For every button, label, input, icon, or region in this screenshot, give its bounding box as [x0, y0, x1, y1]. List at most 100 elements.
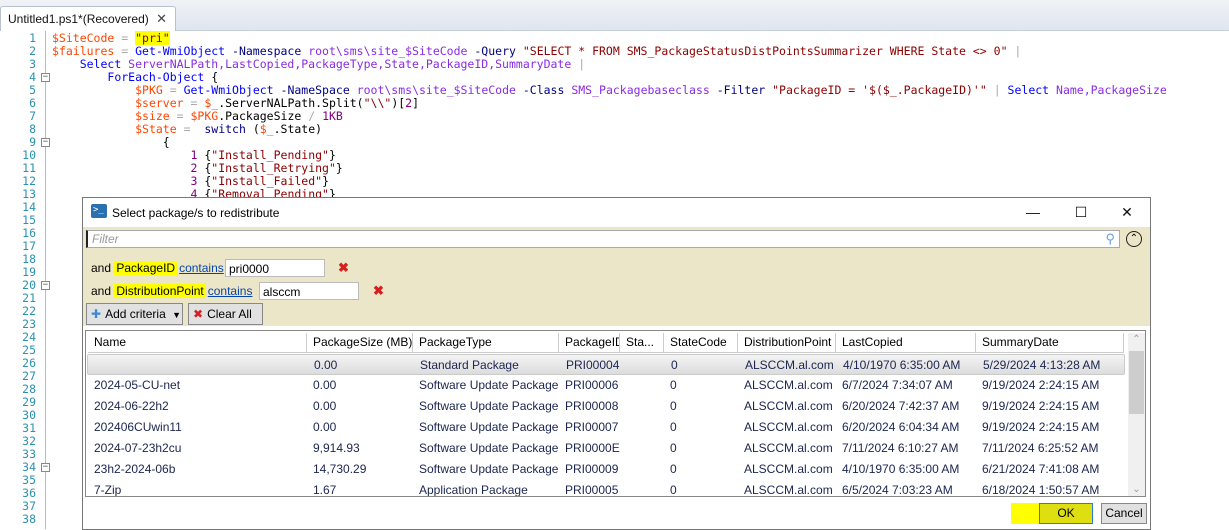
table-cell: 6/7/2024 7:34:07 AM — [842, 378, 953, 392]
criteria-value-input[interactable]: pri0000 — [225, 259, 325, 277]
code-token: ] — [412, 96, 420, 110]
column-header[interactable]: LastCopied — [836, 333, 976, 353]
minimize-button[interactable]: — — [1021, 202, 1045, 222]
criteria-value-input[interactable]: alsccm — [259, 282, 359, 300]
code-token: 1KB — [322, 109, 343, 123]
criteria-prefix: and — [91, 261, 112, 275]
column-header[interactable]: StateCode — [664, 333, 738, 353]
code-token: = — [162, 83, 184, 97]
table-cell: 0 — [670, 378, 677, 392]
table-cell: 0 — [670, 399, 677, 413]
fold-toggle-icon[interactable]: − — [41, 463, 50, 472]
table-cell: PRI00007 — [565, 420, 619, 434]
table-cell — [623, 417, 665, 438]
code-token: .ServerNALPath.Split( — [218, 96, 364, 110]
table-row[interactable]: 0.00 Standard Package PRI00004 0 ALSCCM.al.c… — [87, 354, 1125, 375]
table-cell: 7-Zip — [94, 483, 122, 497]
table-row[interactable]: 2024-07-23h2cu 9,914.93 Software Update Pa… — [87, 438, 1125, 459]
close-button[interactable]: ✕ — [1115, 202, 1139, 222]
table-cell — [623, 459, 665, 480]
table-cell: ALSCCM.al.com — [744, 441, 833, 455]
filter-input[interactable]: Filter ⚲ — [86, 230, 1120, 248]
column-header[interactable]: PackageType — [413, 333, 559, 353]
table-cell: 0 — [670, 462, 677, 476]
scroll-down-icon[interactable]: ⌄ — [1128, 484, 1145, 495]
criteria-operator-link[interactable]: contains — [208, 284, 253, 298]
code-token: )[ — [391, 96, 406, 110]
plus-icon: ✚ — [91, 307, 102, 321]
code-token: "Install_Retrying" — [211, 161, 336, 175]
line-number: 38 — [22, 512, 36, 526]
package-grid: ⌃ ⌄ Name PackageSize (MB) PackageType Packa… — [85, 330, 1146, 497]
column-header[interactable]: Sta... — [620, 333, 664, 353]
table-cell: 4/10/1970 6:35:00 AM — [842, 462, 960, 476]
table-row[interactable]: 23h2-2024-06b 14,730.29 Software Update Pa… — [87, 459, 1125, 480]
table-cell: 6/21/2024 7:41:08 AM — [982, 462, 1100, 476]
code-token: { — [197, 174, 212, 188]
add-criteria-button[interactable]: ✚ Add criteria ▼ — [86, 303, 183, 325]
code-token: -Filter — [709, 83, 766, 97]
select-package-dialog: >_ Select package/s to redistribute — ☐ … — [82, 197, 1151, 530]
scroll-thumb[interactable] — [1129, 351, 1144, 414]
table-cell: Software Update Package — [419, 420, 559, 434]
fold-toggle-icon[interactable]: − — [41, 73, 50, 82]
table-cell: 9/19/2024 2:24:15 AM — [982, 420, 1100, 434]
column-header[interactable]: DistributionPoint — [738, 333, 836, 353]
code-token: / — [308, 109, 323, 123]
cancel-button[interactable]: Cancel — [1101, 503, 1147, 524]
code-token: $PKG — [135, 83, 163, 97]
close-icon[interactable]: ✕ — [156, 11, 167, 27]
column-header[interactable]: Name — [88, 333, 307, 353]
remove-criteria-icon[interactable]: ✖ — [338, 259, 349, 277]
fold-toggle-icon[interactable]: − — [41, 281, 50, 290]
vertical-scrollbar[interactable]: ⌃ ⌄ — [1128, 333, 1145, 496]
table-cell: 0 — [670, 441, 677, 455]
code-token: $State — [135, 122, 177, 136]
clear-all-button[interactable]: ✖ Clear All — [188, 303, 263, 325]
clear-icon: ✖ — [193, 307, 204, 321]
table-cell: 0.00 — [314, 358, 338, 372]
table-cell — [623, 480, 665, 496]
code-token: $server — [135, 96, 184, 110]
remove-criteria-icon[interactable]: ✖ — [373, 282, 384, 300]
table-cell: 7/11/2024 6:10:27 AM — [842, 441, 959, 455]
table-cell: Software Update Package — [419, 462, 559, 476]
code-token: -Namespace — [225, 44, 302, 58]
code-token: = — [183, 96, 205, 110]
table-cell: ALSCCM.al.com — [744, 483, 833, 497]
search-icon[interactable]: ⚲ — [1105, 231, 1115, 247]
table-cell: 6/20/2024 7:42:37 AM — [842, 399, 960, 413]
code-token: ForEach-Object — [107, 70, 205, 84]
maximize-button[interactable]: ☐ — [1069, 202, 1093, 222]
dropdown-icon: ▼ — [172, 310, 182, 320]
table-cell: PRI00009 — [565, 462, 619, 476]
tab-untitled1[interactable]: Untitled1.ps1*(Recovered) ✕ — [0, 6, 176, 31]
table-cell: 14,730.29 — [313, 462, 367, 476]
table-cell: ALSCCM.al.com — [745, 358, 834, 372]
column-header[interactable]: SummaryDate — [976, 333, 1124, 353]
tab-strip: Untitled1.ps1*(Recovered) ✕ — [0, 0, 1229, 31]
criteria-row: and DistributionPoint contains alsccm ✖ — [83, 282, 1150, 300]
table-row[interactable]: 202406CUwin11 0.00 Software Update Package… — [87, 417, 1125, 438]
scroll-up-icon[interactable]: ⌃ — [1128, 334, 1145, 345]
code-token: .State) — [273, 122, 323, 136]
code-token: "\\" — [363, 96, 392, 110]
ok-button[interactable]: OK — [1039, 503, 1093, 524]
code-token: $_ — [204, 96, 219, 110]
criteria-operator-link[interactable]: contains — [179, 261, 224, 275]
table-cell — [623, 438, 665, 459]
code-token: = — [169, 109, 191, 123]
table-cell — [623, 396, 665, 417]
fold-toggle-icon[interactable]: − — [41, 138, 50, 147]
collapse-filter-icon[interactable]: ⌃ — [1126, 231, 1142, 247]
column-header[interactable]: PackageSize (MB) — [307, 333, 413, 353]
code-token: .PackageSize — [218, 109, 309, 123]
table-row[interactable]: 2024-06-22h2 0.00 Software Update Package P… — [87, 396, 1125, 417]
table-row[interactable]: 2024-05-CU-net 0.00 Software Update Packag… — [87, 375, 1125, 396]
table-cell — [92, 355, 309, 376]
code-token: "PackageID = '$($_.PackageID)'" — [765, 83, 987, 97]
criteria-prefix: and — [91, 284, 112, 298]
table-cell: 4/10/1970 6:35:00 AM — [843, 358, 961, 372]
column-header[interactable]: PackageID — [559, 333, 620, 353]
table-row[interactable]: 7-Zip 1.67 Application Package PRI00005 0 ALS… — [87, 480, 1125, 497]
